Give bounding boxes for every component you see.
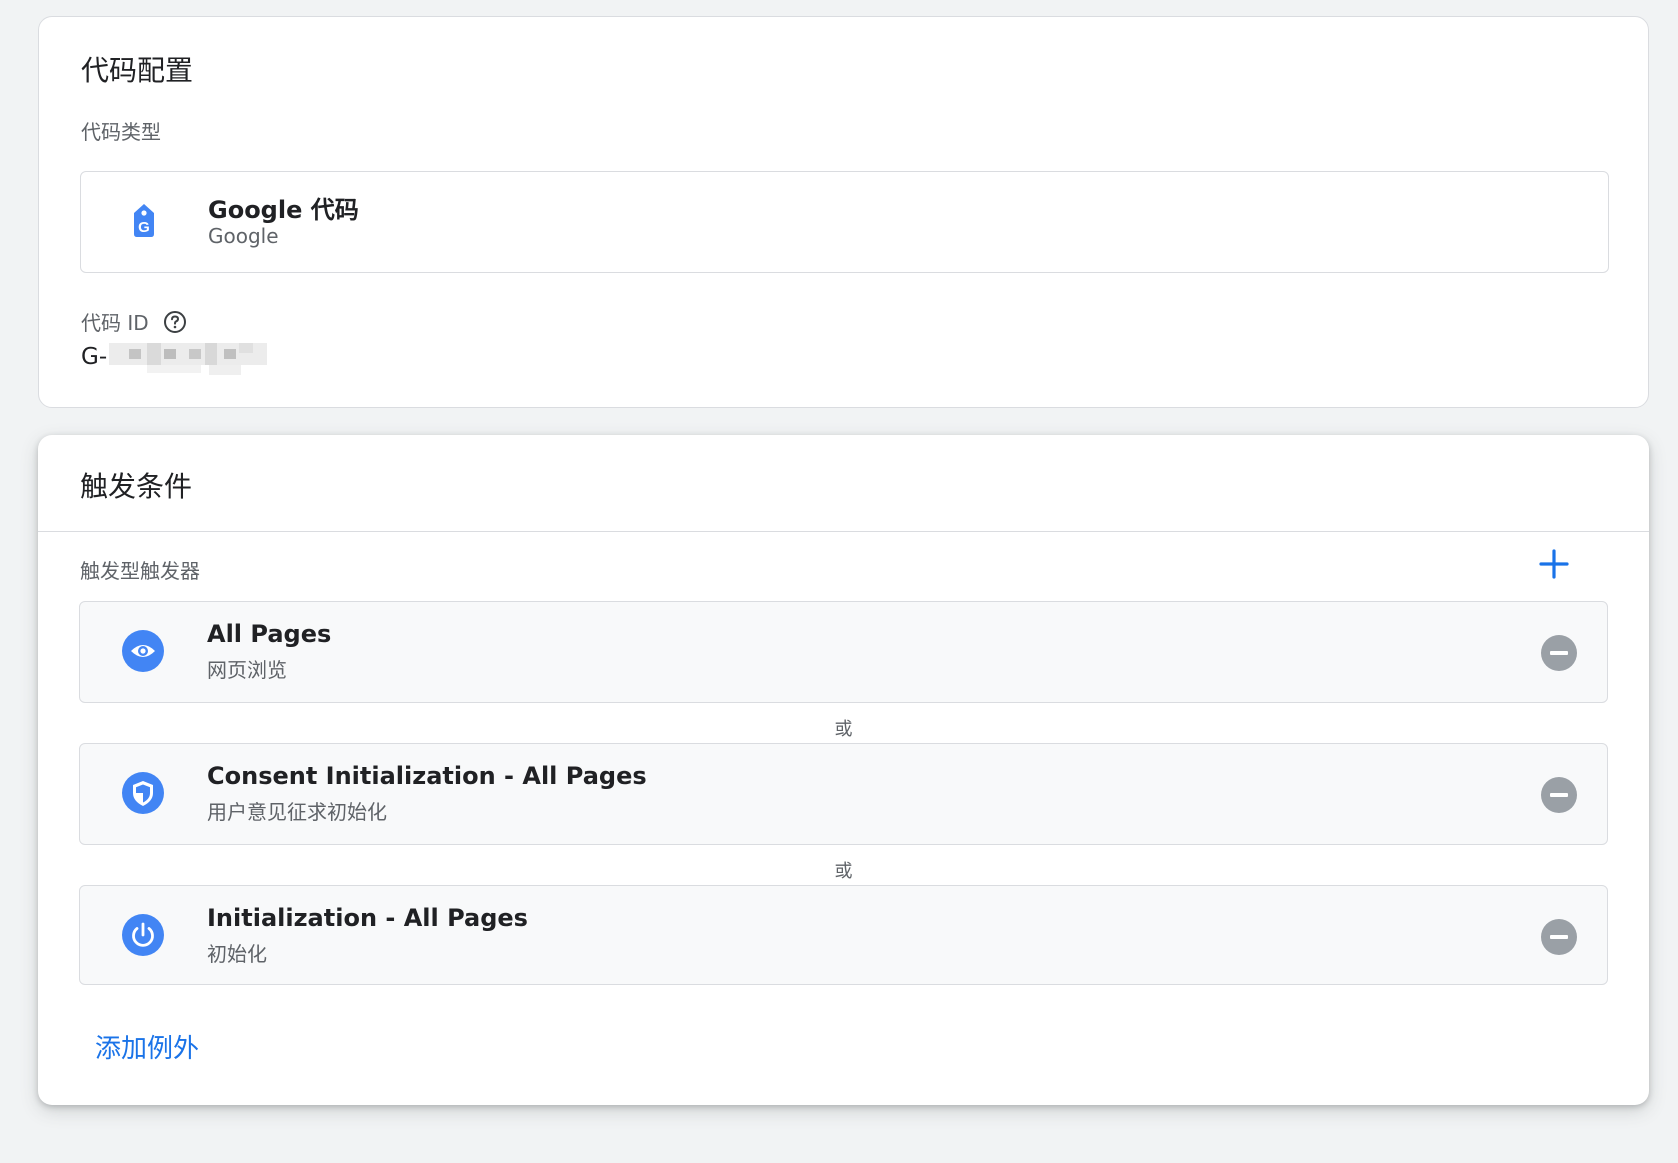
trigger-name: Initialization - All Pages xyxy=(207,904,528,932)
trigger-type: 初始化 xyxy=(207,942,267,966)
trigger-type: 用户意见征求初始化 xyxy=(207,800,387,824)
triggering-divider xyxy=(38,531,1649,532)
trigger-type: 网页浏览 xyxy=(207,658,287,682)
trigger-name: Consent Initialization - All Pages xyxy=(207,762,647,790)
tag-configuration-title: 代码配置 xyxy=(81,54,194,87)
tag-id-label: 代码 ID xyxy=(81,311,149,335)
tag-type-label: 代码类型 xyxy=(81,120,161,144)
tag-id-value: G- xyxy=(81,339,268,375)
triggering-card: 触发条件 触发型触发器 All Pages 网页浏览 或 Consent Ini… xyxy=(38,435,1649,1105)
google-tag-icon: G xyxy=(134,204,154,237)
help-circle-icon[interactable] xyxy=(163,310,187,334)
plus-icon[interactable] xyxy=(1537,547,1571,581)
tag-id-label-row: 代码 ID xyxy=(81,307,187,336)
add-exception-link[interactable]: 添加例外 xyxy=(95,1028,199,1065)
or-separator: 或 xyxy=(834,719,853,740)
triggering-title: 触发条件 xyxy=(80,470,193,503)
firing-triggers-label: 触发型触发器 xyxy=(80,559,200,583)
remove-circle-icon[interactable] xyxy=(1541,777,1577,813)
svg-text:G: G xyxy=(138,219,150,236)
tag-type-selector[interactable]: G Google 代码 Google xyxy=(80,171,1609,273)
power-icon xyxy=(122,914,164,956)
remove-circle-icon[interactable] xyxy=(1541,635,1577,671)
redacted-id-pixelation xyxy=(109,343,268,375)
remove-circle-icon[interactable] xyxy=(1541,919,1577,955)
tag-id-prefix: G- xyxy=(81,344,108,370)
trigger-row-consent-initialization[interactable]: Consent Initialization - All Pages 用户意见征… xyxy=(79,743,1608,845)
tag-type-name: Google 代码 xyxy=(208,196,359,224)
trigger-name: All Pages xyxy=(207,620,332,648)
eye-icon xyxy=(122,630,164,672)
tag-configuration-card: 代码配置 代码类型 G Google 代码 Google 代码 ID G- xyxy=(38,16,1649,408)
trigger-row-initialization[interactable]: Initialization - All Pages 初始化 xyxy=(79,885,1608,985)
or-separator: 或 xyxy=(834,861,853,882)
shield-icon xyxy=(122,772,164,814)
trigger-row-all-pages[interactable]: All Pages 网页浏览 xyxy=(79,601,1608,703)
tag-type-vendor: Google xyxy=(208,224,279,248)
